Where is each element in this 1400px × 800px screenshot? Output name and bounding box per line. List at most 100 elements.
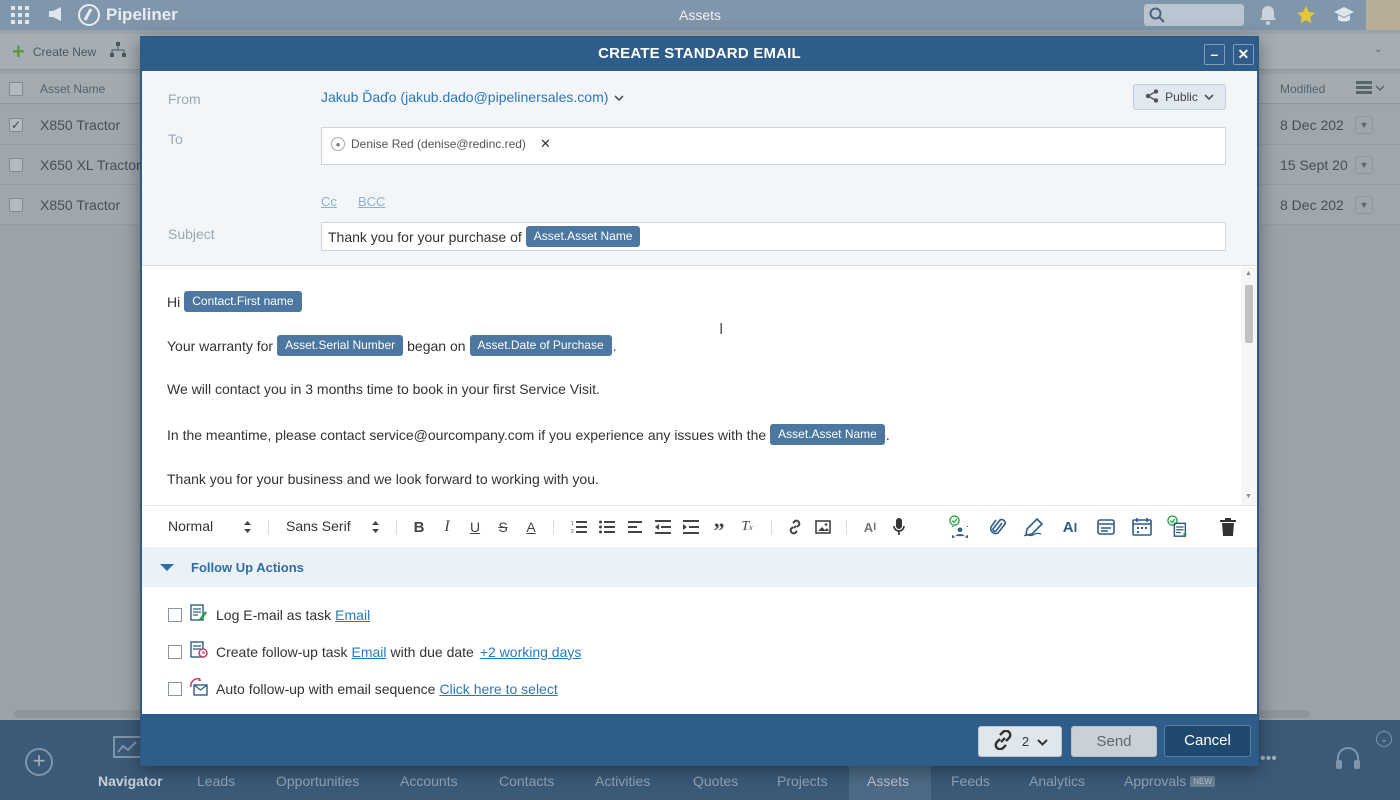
bell-icon[interactable]: [1259, 5, 1277, 28]
graduation-cap-icon[interactable]: [1333, 5, 1355, 28]
row-checkbox[interactable]: ✓: [9, 118, 23, 132]
linked-records-button[interactable]: 2: [978, 726, 1062, 757]
nav-quotes[interactable]: Quotes: [693, 773, 738, 789]
user-avatar[interactable]: [1366, 0, 1400, 30]
signature-icon[interactable]: [1023, 517, 1045, 537]
font-color-icon[interactable]: A: [520, 517, 542, 537]
tracking-verified-icon[interactable]: [1167, 515, 1189, 537]
create-task-type-link[interactable]: Email: [352, 644, 387, 660]
visibility-dropdown[interactable]: Public: [1133, 84, 1226, 110]
ai-text-icon[interactable]: AI: [859, 517, 881, 537]
font-family-select[interactable]: Sans Serif: [286, 518, 379, 534]
nav-opportunities[interactable]: Opportunities: [276, 773, 359, 789]
column-asset-name[interactable]: Asset Name: [40, 82, 105, 96]
template-icon[interactable]: [1095, 517, 1117, 537]
merge-field-tag[interactable]: Asset.Asset Name: [525, 226, 641, 247]
asset-name-cell[interactable]: X850 Tractor: [40, 197, 120, 213]
bullet-list-icon[interactable]: [596, 517, 618, 537]
select-sequence-link[interactable]: Click here to select: [439, 681, 557, 697]
more-icon[interactable]: •••: [1260, 750, 1277, 768]
indent-icon[interactable]: [680, 517, 702, 537]
bcc-link[interactable]: BCC: [358, 194, 385, 209]
strikethrough-icon[interactable]: S: [492, 517, 514, 537]
nav-contacts[interactable]: Contacts: [499, 773, 554, 789]
log-email-type-link[interactable]: Email: [335, 607, 370, 623]
outdent-icon[interactable]: [652, 517, 674, 537]
follow-up-actions-header[interactable]: Follow Up Actions: [142, 547, 1257, 587]
collapse-chevron-icon[interactable]: ⌄: [1376, 731, 1392, 747]
merge-field-tag[interactable]: Asset.Date of Purchase: [469, 335, 612, 356]
create-new-button[interactable]: + Create New: [12, 40, 96, 62]
toolbar-chevron-down-icon[interactable]: ⌄: [1374, 44, 1382, 55]
recipient-chip[interactable]: ● Denise Red (denise@redinc.red) ✕: [331, 136, 551, 152]
to-field[interactable]: ● Denise Red (denise@redinc.red) ✕: [321, 127, 1226, 165]
schedule-send-icon[interactable]: [1131, 517, 1153, 537]
column-settings-icon[interactable]: [1356, 80, 1385, 99]
email-header-form: From Jakub Ďaďo (jakub.dado@pipelinersal…: [142, 71, 1257, 266]
log-email-checkbox[interactable]: [168, 607, 182, 622]
cc-link[interactable]: Cc: [321, 194, 337, 209]
apps-grid-icon[interactable]: [0, 0, 40, 30]
close-button[interactable]: ✕: [1233, 44, 1254, 65]
minimize-button[interactable]: –: [1204, 44, 1225, 65]
column-modified[interactable]: Modified: [1280, 82, 1325, 96]
select-all-checkbox[interactable]: [9, 82, 23, 96]
body-scrollbar[interactable]: ▲ ▼: [1241, 267, 1257, 505]
align-left-icon[interactable]: [624, 517, 646, 537]
merge-field-tag[interactable]: Contact.First name: [184, 291, 302, 312]
paragraph-style-select[interactable]: Normal: [168, 518, 251, 534]
row-chevron-down-icon[interactable]: ▼: [1355, 156, 1373, 174]
nav-navigator[interactable]: Navigator: [98, 773, 163, 789]
scrollbar-thumb[interactable]: [1245, 285, 1253, 343]
link-icon[interactable]: [784, 517, 806, 537]
scroll-down-arrow[interactable]: ▼: [1245, 493, 1252, 500]
trash-icon[interactable]: [1217, 517, 1239, 537]
hierarchy-icon[interactable]: [110, 42, 127, 61]
headset-icon[interactable]: [1333, 744, 1363, 777]
clear-format-icon[interactable]: Tx: [736, 517, 758, 537]
global-search-input[interactable]: [1144, 4, 1244, 26]
email-body-editor[interactable]: Hi Contact.First name Your warranty for …: [142, 267, 1241, 505]
nav-leads[interactable]: Leads: [197, 773, 235, 789]
nav-activities[interactable]: Activities: [595, 773, 650, 789]
underline-icon[interactable]: U: [464, 517, 486, 537]
contact-verified-icon[interactable]: [949, 515, 971, 538]
row-checkbox[interactable]: [9, 158, 23, 172]
nav-assets[interactable]: Assets: [867, 773, 909, 789]
subject-input[interactable]: Thank you for your purchase of Asset.Ass…: [321, 222, 1226, 251]
app-logo[interactable]: Pipeliner: [78, 4, 178, 26]
megaphone-icon[interactable]: [48, 6, 66, 25]
nav-accounts[interactable]: Accounts: [400, 773, 458, 789]
ordered-list-icon[interactable]: 12: [568, 517, 590, 537]
row-checkbox[interactable]: [9, 198, 23, 212]
merge-field-tag[interactable]: Asset.Asset Name: [770, 424, 885, 445]
star-icon[interactable]: [1296, 5, 1316, 28]
remove-recipient-icon[interactable]: ✕: [540, 136, 551, 152]
attachment-icon[interactable]: [987, 517, 1009, 537]
asset-name-cell[interactable]: X650 XL Tractor: [40, 157, 141, 173]
row-chevron-down-icon[interactable]: ▼: [1355, 116, 1373, 134]
scroll-up-arrow[interactable]: ▲: [1245, 270, 1252, 277]
blockquote-icon[interactable]: ”: [708, 517, 730, 543]
cancel-button[interactable]: Cancel: [1164, 725, 1251, 757]
dashboard-icon[interactable]: [113, 736, 143, 765]
microphone-icon[interactable]: [888, 517, 910, 537]
nav-feeds[interactable]: Feeds: [951, 773, 990, 789]
add-icon[interactable]: +: [25, 748, 53, 776]
image-icon[interactable]: [812, 517, 834, 537]
from-select[interactable]: Jakub Ďaďo (jakub.dado@pipelinersales.co…: [321, 89, 624, 105]
bold-icon[interactable]: B: [408, 517, 430, 537]
nav-analytics[interactable]: Analytics: [1029, 773, 1085, 789]
auto-follow-up-checkbox[interactable]: [168, 681, 182, 696]
italic-icon[interactable]: I: [436, 517, 458, 537]
row-chevron-down-icon[interactable]: ▼: [1355, 196, 1373, 214]
merge-field-tag[interactable]: Asset.Serial Number: [277, 335, 404, 356]
send-button[interactable]: Send: [1071, 726, 1157, 757]
ai-assistant-icon[interactable]: AI: [1059, 517, 1081, 537]
create-task-checkbox[interactable]: [168, 644, 182, 659]
nav-approvals[interactable]: Approvals NEW: [1124, 773, 1215, 789]
asset-name-cell[interactable]: X850 Tractor: [40, 117, 120, 133]
due-date-link[interactable]: +2 working days: [480, 644, 582, 660]
nav-projects[interactable]: Projects: [777, 773, 828, 789]
to-label: To: [168, 131, 183, 147]
